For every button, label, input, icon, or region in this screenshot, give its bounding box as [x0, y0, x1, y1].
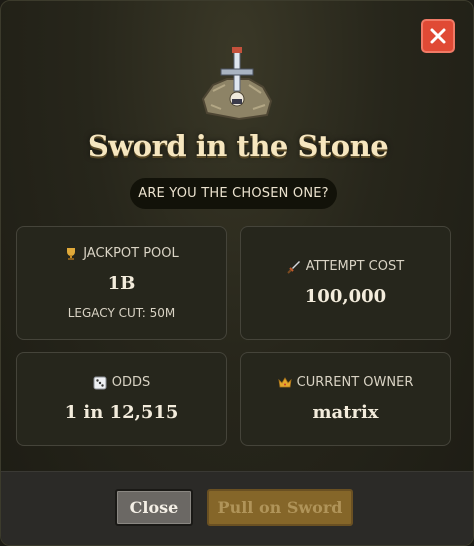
attempt-label-row: ATTEMPT COST — [287, 259, 404, 274]
crown-icon — [278, 376, 292, 387]
attempt-value: 100,000 — [304, 286, 387, 307]
owner-label-row: CURRENT OWNER — [278, 375, 414, 390]
jackpot-value: 1B — [107, 273, 136, 294]
legacy-cut: LEGACY CUT: 50M — [67, 306, 176, 320]
owner-label: CURRENT OWNER — [296, 375, 414, 390]
odds-value: 1 in 12,515 — [64, 402, 179, 423]
jackpot-label-row: JACKPOT POOL — [64, 246, 179, 261]
dice-icon — [93, 376, 107, 389]
jackpot-card: JACKPOT POOL 1B LEGACY CUT: 50M — [16, 226, 227, 340]
modal-subtitle: ARE YOU THE CHOSEN ONE? — [130, 178, 337, 209]
close-button[interactable]: Close — [115, 489, 193, 526]
close-x-button[interactable] — [421, 19, 455, 53]
sword-in-stone-icon — [201, 47, 273, 121]
odds-label-row: ODDS — [93, 375, 151, 390]
trophy-icon — [67, 247, 76, 260]
close-icon — [430, 28, 446, 44]
owner-value: matrix — [312, 402, 379, 423]
pull-on-sword-button[interactable]: Pull on Sword — [207, 489, 353, 526]
odds-card: ODDS 1 in 12,515 — [16, 352, 227, 446]
attempt-cost-card: ATTEMPT COST 100,000 — [240, 226, 451, 340]
owner-card: CURRENT OWNER matrix — [240, 352, 451, 446]
attempt-label: ATTEMPT COST — [305, 259, 405, 274]
jackpot-label: JACKPOT POOL — [83, 246, 179, 261]
odds-label: ODDS — [111, 375, 151, 390]
dagger-icon — [287, 260, 300, 274]
modal-title: Sword in the Stone — [87, 129, 389, 163]
sword-in-stone-modal: Sword in the Stone ARE YOU THE CHOSEN ON… — [0, 0, 474, 546]
